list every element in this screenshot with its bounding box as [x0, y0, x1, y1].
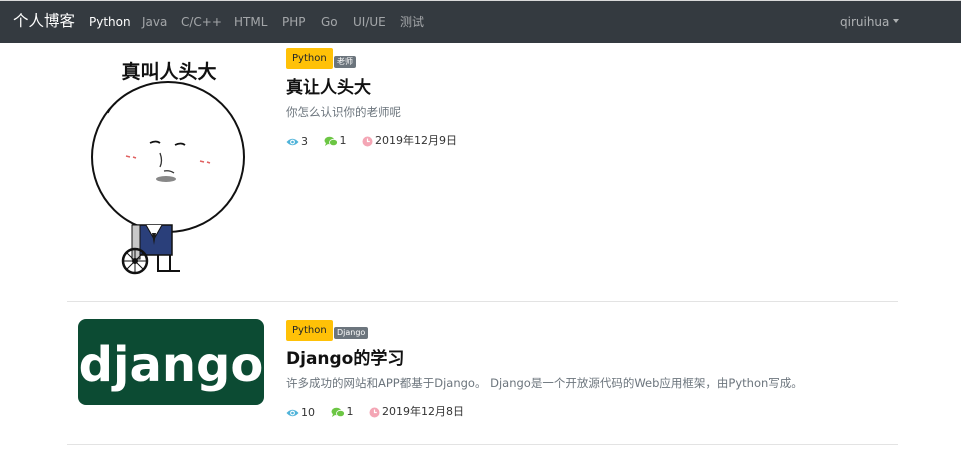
clock-icon [369, 407, 380, 417]
comments-stat: 1 [324, 134, 347, 148]
views-count: 3 [301, 134, 308, 148]
nav-link-python[interactable]: Python [89, 14, 131, 30]
eye-icon [286, 138, 299, 145]
comments-icon [331, 407, 345, 417]
category-badge[interactable]: Python [286, 48, 333, 69]
meme-caption: 真叫人头大 [121, 60, 216, 83]
article-title[interactable]: 真让人头大 [286, 77, 371, 99]
comments-stat: 1 [331, 405, 354, 419]
user-name: qiruihua [840, 15, 890, 29]
nav-link-uiue[interactable]: UI/UE [353, 14, 386, 30]
publish-date: 2019年12月8日 [382, 405, 464, 418]
top-navbar: 个人博客 Python Java C/C++ HTML PHP Go UI/UE… [0, 0, 961, 43]
django-thumbnail[interactable]: django [78, 319, 264, 405]
date-stat: 2019年12月9日 [362, 134, 457, 148]
views-stat: 10 [286, 406, 315, 420]
nav-link-go[interactable]: Go [321, 14, 338, 30]
brand-logo[interactable]: 个人博客 [13, 11, 75, 31]
article-divider [67, 444, 898, 445]
nav-link-html[interactable]: HTML [234, 14, 267, 30]
article-summary: 许多成功的网站和APP都基于Django。 Django是一个开放源代码的Web… [286, 376, 803, 390]
views-count: 10 [301, 405, 315, 419]
eye-icon [286, 409, 299, 416]
django-logo-text: django [79, 337, 264, 393]
nav-link-cpp[interactable]: C/C++ [181, 14, 222, 30]
nav-link-java[interactable]: Java [142, 14, 167, 30]
views-stat: 3 [286, 135, 308, 149]
comments-count: 1 [346, 405, 354, 418]
article-summary: 你怎么认识你的老师呢 [286, 105, 401, 119]
article-meta: 3 1 2019年12月9日 [286, 134, 469, 148]
category-badge[interactable]: Python [286, 320, 333, 341]
article-divider [67, 301, 898, 302]
nav-link-php[interactable]: PHP [282, 14, 306, 30]
comments-icon [324, 136, 338, 146]
comments-count: 1 [339, 134, 347, 147]
article-meta: 10 1 2019年12月8日 [286, 405, 476, 419]
date-stat: 2019年12月8日 [369, 405, 464, 419]
user-menu[interactable]: qiruihua [840, 14, 900, 30]
nav-link-test[interactable]: 测试 [400, 14, 424, 30]
publish-date: 2019年12月9日 [375, 134, 457, 147]
caret-down-icon [893, 19, 900, 23]
meme-thumbnail[interactable]: 真叫人头大 [78, 53, 260, 275]
tag-badge[interactable]: 老师 [334, 56, 356, 68]
clock-icon [362, 136, 373, 146]
tag-badge[interactable]: Django [334, 327, 369, 339]
article-title[interactable]: Django的学习 [286, 348, 404, 370]
